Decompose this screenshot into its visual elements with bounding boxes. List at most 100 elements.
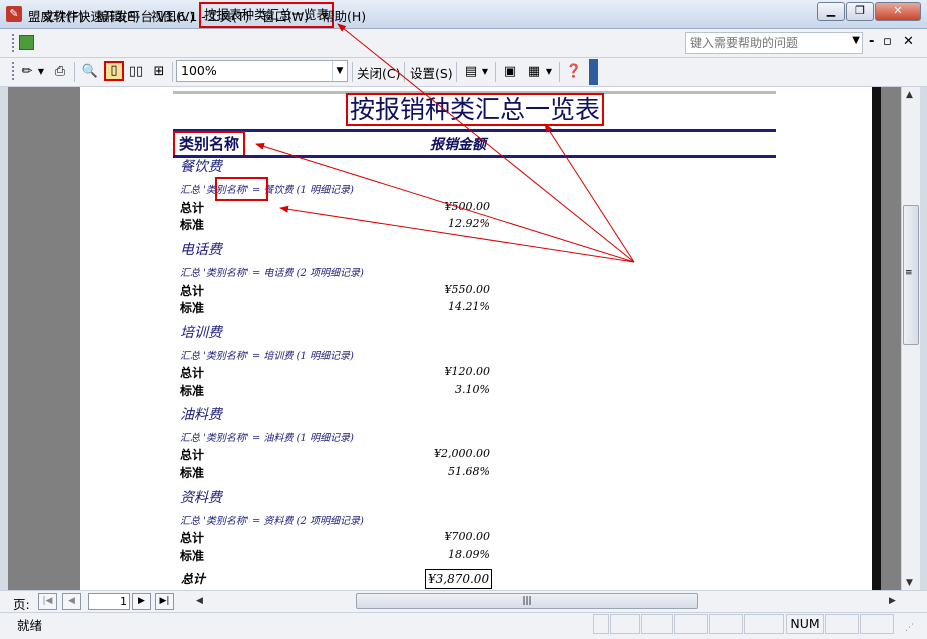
close-button[interactable]: ✕ — [875, 2, 921, 21]
group-std-value: 18.09% — [448, 548, 490, 561]
next-page-button[interactable]: ▶ — [132, 593, 151, 610]
grand-total-label: 总计 — [181, 572, 206, 586]
status-panel — [744, 614, 784, 634]
print-icon[interactable]: ⎙ — [50, 62, 70, 82]
scroll-up-icon[interactable]: ▲ — [906, 90, 913, 100]
two-pages-icon[interactable]: ▯▯ — [126, 62, 146, 82]
group-std-label: 标准 — [180, 384, 205, 398]
menu-window[interactable]: 窗口(W) — [262, 6, 309, 25]
group-name: 电话费 — [180, 242, 222, 258]
status-panel — [674, 614, 708, 634]
group-name: 培训费 — [180, 325, 222, 341]
category-field-highlight — [215, 177, 268, 201]
mdi-close-button[interactable]: ✕ — [903, 34, 914, 49]
report-title: 按报销种类汇总一览表 — [346, 93, 605, 126]
menu-grip[interactable] — [12, 34, 17, 52]
group-total-value: ¥2,000.00 — [434, 447, 490, 460]
chevron-down-icon[interactable]: ▼ — [544, 62, 554, 82]
page-label: 页: — [13, 597, 30, 612]
toolbar-separator — [352, 62, 353, 82]
chevron-down-icon[interactable]: ▼ — [852, 35, 860, 46]
menu-file[interactable]: 文件(F) — [42, 6, 84, 25]
group-summary: 汇总 '类别名称' = 培训费 (1 明细记录) — [180, 351, 354, 362]
database-window-icon[interactable]: ▣ — [500, 62, 520, 82]
menu-help[interactable]: 帮助(H) — [322, 6, 366, 25]
last-page-button[interactable]: ▶| — [155, 593, 174, 610]
group-name: 餐饮费 — [180, 159, 222, 175]
status-panel — [709, 614, 743, 634]
form-icon[interactable] — [19, 35, 34, 50]
toolbar-separator — [559, 62, 560, 82]
mdi-minimize-button[interactable]: - — [869, 34, 874, 49]
toolbar-separator — [495, 62, 496, 82]
grand-total-value: ¥3,870.00 — [425, 569, 493, 589]
page-number-input[interactable]: 1 — [88, 593, 130, 610]
menu-view[interactable]: 视图(V) — [151, 6, 194, 25]
help-search-input[interactable] — [688, 34, 842, 52]
chevron-down-icon[interactable]: ▼ — [332, 61, 347, 81]
group-total-label: 总计 — [180, 201, 205, 215]
export-word-icon[interactable]: ▤ — [461, 62, 481, 82]
minimize-icon: ▁ — [826, 4, 836, 17]
group-total-label: 总计 — [180, 366, 205, 380]
grip-icon: ≡ — [905, 268, 913, 278]
group-name: 油料费 — [180, 407, 222, 423]
status-panel — [593, 614, 609, 634]
toolbar-separator — [404, 62, 405, 82]
header-top-rule — [173, 129, 776, 132]
toolbar-options-icon[interactable] — [589, 59, 598, 85]
column-header-category: 类别名称 — [173, 131, 246, 157]
status-panel — [860, 614, 894, 634]
group-summary: 汇总 '类别名称' = 电话费 (2 项明细记录) — [180, 268, 364, 279]
group-std-value: 14.21% — [448, 300, 490, 313]
close-preview-button[interactable]: 关闭(C) — [357, 63, 400, 82]
group-total-value: ¥700.00 — [444, 530, 491, 543]
scroll-left-icon[interactable]: ◀ — [196, 596, 203, 606]
toolbar-separator — [74, 62, 75, 82]
minimize-button[interactable]: ▁ — [817, 2, 845, 21]
group-std-label: 标准 — [180, 466, 205, 480]
group-std-value: 3.10% — [455, 383, 490, 396]
new-object-icon[interactable]: ▦ — [524, 62, 544, 82]
menu-edit[interactable]: 编辑(E) — [97, 6, 140, 25]
group-total-value: ¥550.00 — [444, 283, 491, 296]
resize-grip-icon[interactable]: ⋰ — [905, 623, 914, 633]
group-name: 资料费 — [180, 490, 222, 506]
header-bottom-rule — [173, 155, 776, 158]
group-std-label: 标准 — [180, 549, 205, 563]
horizontal-scroll-thumb[interactable]: ||| — [356, 593, 698, 609]
help-icon[interactable]: ❓ — [564, 62, 584, 82]
next-page-icon: ▶ — [138, 596, 145, 606]
mdi-restore-button[interactable]: ▫ — [883, 34, 892, 49]
group-std-value: 12.92% — [448, 217, 490, 230]
status-text: 就绪 — [17, 618, 43, 633]
menu-tools[interactable]: 工具(T) — [207, 6, 249, 25]
setup-button[interactable]: 设置(S) — [410, 63, 453, 82]
group-total-label: 总计 — [180, 284, 205, 298]
group-total-label: 总计 — [180, 531, 205, 545]
first-page-icon: |◀ — [42, 596, 53, 606]
prev-page-button[interactable]: ◀ — [62, 593, 81, 610]
zoom-select[interactable]: 100% ▼ — [176, 60, 348, 82]
last-page-icon: ▶| — [159, 596, 170, 606]
scroll-down-icon[interactable]: ▼ — [906, 578, 913, 588]
status-panel — [641, 614, 673, 634]
chevron-down-icon[interactable]: ▼ — [36, 62, 46, 82]
help-search-box[interactable]: ▼ — [685, 32, 863, 54]
design-view-icon[interactable]: ✏ — [17, 62, 37, 82]
group-summary: 汇总 '类别名称' = 油料费 (1 明细记录) — [180, 433, 354, 444]
multiple-pages-icon[interactable]: ⊞ — [149, 62, 169, 82]
app-icon[interactable]: ✎ — [6, 6, 22, 22]
first-page-button[interactable]: |◀ — [38, 593, 57, 610]
one-page-icon[interactable]: ▯ — [104, 61, 124, 81]
group-std-value: 51.68% — [448, 465, 490, 478]
close-icon: ✕ — [893, 4, 903, 17]
chevron-down-icon[interactable]: ▼ — [480, 62, 490, 82]
zoom-icon[interactable]: 🔍 — [80, 62, 100, 82]
restore-icon: ❐ — [855, 4, 865, 17]
group-total-label: 总计 — [180, 448, 205, 462]
group-total-value: ¥120.00 — [444, 365, 491, 378]
restore-button[interactable]: ❐ — [846, 2, 874, 21]
toolbar-separator — [456, 62, 457, 82]
scroll-right-icon[interactable]: ▶ — [889, 596, 896, 606]
